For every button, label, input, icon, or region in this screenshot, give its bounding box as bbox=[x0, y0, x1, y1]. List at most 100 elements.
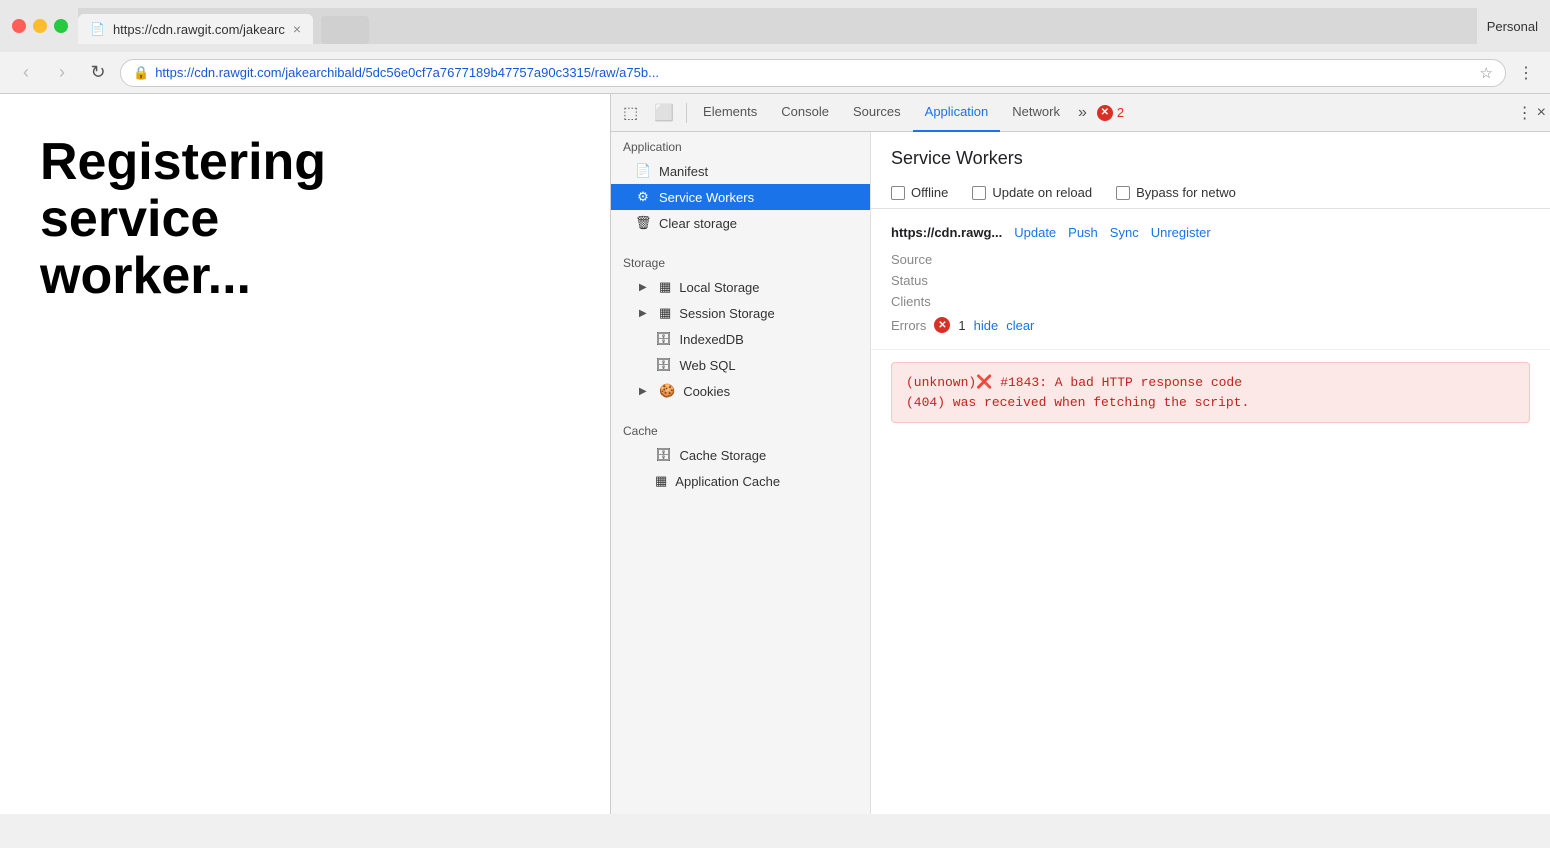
traffic-light-red[interactable] bbox=[12, 19, 26, 33]
page-heading: Registering service worker... bbox=[40, 134, 420, 306]
browser-toolbar: ‹ › ↻ 🔒 https://cdn.rawgit.com/jakearchi… bbox=[0, 52, 1550, 94]
indexeddb-label: IndexedDB bbox=[680, 332, 744, 347]
error-count-badge: ✕ bbox=[934, 317, 950, 333]
sw-sync-link[interactable]: Sync bbox=[1110, 225, 1139, 240]
sidebar-item-indexeddb[interactable]: 🗄 IndexedDB bbox=[611, 326, 870, 352]
update-on-reload-label: Update on reload bbox=[992, 185, 1092, 200]
web-sql-icon: 🗄 bbox=[655, 357, 672, 373]
application-section-header: Application bbox=[611, 132, 870, 158]
devtools-menu-button[interactable]: ⋮ bbox=[1517, 103, 1533, 123]
sw-url-text: https://cdn.rawg... bbox=[891, 225, 1002, 240]
address-bar[interactable]: 🔒 https://cdn.rawgit.com/jakearchibald/5… bbox=[120, 59, 1506, 87]
cache-storage-icon: 🗄 bbox=[655, 447, 672, 463]
sidebar-item-manifest[interactable]: 📄 Manifest bbox=[611, 158, 870, 184]
reload-button[interactable]: ↻ bbox=[84, 59, 112, 87]
sw-unregister-link[interactable]: Unregister bbox=[1151, 225, 1211, 240]
expand-cookies-icon: ▶ bbox=[639, 386, 651, 397]
expand-local-storage-icon: ▶ bbox=[639, 282, 651, 293]
sw-details: Source Status Clients bbox=[891, 252, 1530, 309]
panel-title: Service Workers bbox=[871, 132, 1550, 177]
storage-section-header: Storage bbox=[611, 248, 870, 274]
sidebar-divider-2 bbox=[611, 404, 870, 416]
status-label: Status bbox=[891, 273, 971, 288]
tab-bar: 📄 https://cdn.rawgit.com/jakearc × bbox=[78, 8, 1477, 44]
web-sql-label: Web SQL bbox=[680, 358, 736, 373]
service-workers-label: Service Workers bbox=[659, 190, 754, 205]
titlebar: 📄 https://cdn.rawgit.com/jakearc × Perso… bbox=[0, 0, 1550, 52]
lock-icon: 🔒 bbox=[133, 65, 149, 81]
browser-menu-button[interactable]: ⋮ bbox=[1514, 63, 1538, 83]
devtools-close-button[interactable]: × bbox=[1537, 104, 1546, 122]
sw-entry: https://cdn.rawg... Update Push Sync Unr… bbox=[871, 209, 1550, 350]
bookmark-icon[interactable]: ☆ bbox=[1480, 64, 1493, 82]
update-on-reload-checkbox[interactable]: Update on reload bbox=[972, 185, 1092, 200]
traffic-light-yellow[interactable] bbox=[33, 19, 47, 33]
indexeddb-icon: 🗄 bbox=[655, 331, 672, 347]
devtools-tab-bar: ⬚ ⬜ Elements Console Sources Application… bbox=[611, 94, 1550, 132]
tab-close-button[interactable]: × bbox=[293, 21, 301, 37]
sidebar-item-web-sql[interactable]: 🗄 Web SQL bbox=[611, 352, 870, 378]
hide-errors-link[interactable]: hide bbox=[974, 318, 999, 333]
sw-update-link[interactable]: Update bbox=[1014, 225, 1056, 240]
bypass-for-network-checkbox-box[interactable] bbox=[1116, 186, 1130, 200]
sw-url-row: https://cdn.rawg... Update Push Sync Unr… bbox=[891, 225, 1530, 240]
clear-storage-icon: 🗑 bbox=[635, 215, 651, 231]
tab-elements[interactable]: Elements bbox=[691, 94, 769, 132]
offline-label: Offline bbox=[911, 185, 948, 200]
update-on-reload-checkbox-box[interactable] bbox=[972, 186, 986, 200]
source-value bbox=[983, 252, 1530, 267]
page-content: Registering service worker... ⬚ ⬜ Elemen… bbox=[0, 94, 1550, 814]
sidebar-item-clear-storage[interactable]: 🗑 Clear storage bbox=[611, 210, 870, 236]
clients-value bbox=[983, 294, 1530, 309]
traffic-light-green[interactable] bbox=[54, 19, 68, 33]
service-workers-icon: ⚙ bbox=[635, 189, 651, 205]
tab-placeholder bbox=[321, 16, 369, 44]
options-row: Offline Update on reload Bypass for netw… bbox=[871, 177, 1550, 209]
errors-row: Errors ✕ 1 hide clear bbox=[891, 317, 1530, 333]
sw-push-link[interactable]: Push bbox=[1068, 225, 1098, 240]
tab-favicon-icon: 📄 bbox=[90, 22, 105, 36]
tab-console[interactable]: Console bbox=[769, 94, 841, 132]
profile-label: Personal bbox=[1487, 19, 1538, 34]
expand-session-storage-icon: ▶ bbox=[639, 308, 651, 319]
sidebar-item-cookies[interactable]: ▶ 🍪 Cookies bbox=[611, 378, 870, 404]
error-count-text: 1 bbox=[958, 318, 965, 333]
clients-label: Clients bbox=[891, 294, 971, 309]
offline-checkbox-box[interactable] bbox=[891, 186, 905, 200]
back-button[interactable]: ‹ bbox=[12, 59, 40, 87]
session-storage-label: Session Storage bbox=[679, 306, 774, 321]
clear-errors-link[interactable]: clear bbox=[1006, 318, 1034, 333]
error-message: (unknown)❌ #1843: A bad HTTP response co… bbox=[906, 373, 1515, 412]
application-cache-label: Application Cache bbox=[675, 474, 780, 489]
tab-network[interactable]: Network bbox=[1000, 94, 1072, 132]
more-tabs-button[interactable]: » bbox=[1072, 104, 1093, 122]
local-storage-icon: ▦ bbox=[659, 279, 671, 295]
application-cache-icon: ▦ bbox=[655, 473, 667, 489]
error-badge: ✕ 2 bbox=[1097, 105, 1124, 121]
error-count-icon: ✕ bbox=[1097, 105, 1113, 121]
sidebar-item-cache-storage[interactable]: 🗄 Cache Storage bbox=[611, 442, 870, 468]
source-label: Source bbox=[891, 252, 971, 267]
sidebar-item-session-storage[interactable]: ▶ ▦ Session Storage bbox=[611, 300, 870, 326]
sidebar-item-service-workers[interactable]: ⚙ Service Workers bbox=[611, 184, 870, 210]
local-storage-label: Local Storage bbox=[679, 280, 759, 295]
status-value bbox=[983, 273, 1530, 288]
tab-application[interactable]: Application bbox=[913, 94, 1001, 132]
tab-sources[interactable]: Sources bbox=[841, 94, 913, 132]
cache-section-header: Cache bbox=[611, 416, 870, 442]
browser-tab[interactable]: 📄 https://cdn.rawgit.com/jakearc × bbox=[78, 14, 313, 44]
cursor-tool-icon[interactable]: ⬚ bbox=[615, 103, 646, 123]
offline-checkbox[interactable]: Offline bbox=[891, 185, 948, 200]
inspect-icon[interactable]: ⬜ bbox=[646, 103, 682, 123]
sidebar: Application 📄 Manifest ⚙ Service Workers… bbox=[611, 132, 871, 814]
sidebar-divider-1 bbox=[611, 236, 870, 248]
devtools-panel: ⬚ ⬜ Elements Console Sources Application… bbox=[610, 94, 1550, 814]
sidebar-item-application-cache[interactable]: ▦ Application Cache bbox=[611, 468, 870, 494]
sidebar-item-local-storage[interactable]: ▶ ▦ Local Storage bbox=[611, 274, 870, 300]
main-panel: Service Workers Offline Update on reload… bbox=[871, 132, 1550, 814]
forward-button[interactable]: › bbox=[48, 59, 76, 87]
tab-separator bbox=[686, 103, 687, 123]
cookies-label: Cookies bbox=[683, 384, 730, 399]
bypass-for-network-checkbox[interactable]: Bypass for netwo bbox=[1116, 185, 1236, 200]
url-text: https://cdn.rawgit.com/jakearchibald/5dc… bbox=[155, 65, 1473, 80]
